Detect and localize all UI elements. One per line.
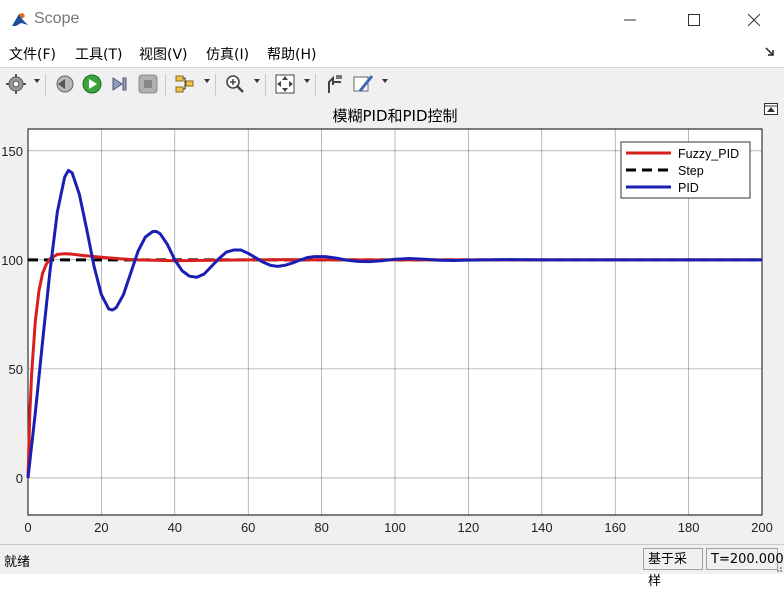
x-tick-label: 40 xyxy=(168,520,182,535)
fit-dropdown-arrow[interactable] xyxy=(304,79,310,83)
y-tick-label: 100 xyxy=(1,253,23,268)
scope-chart[interactable]: 模糊PID和PID控制 0 20 40 60 80 100 120 140 160 180 200 0 5… xyxy=(0,101,784,544)
sample-mode-indicator: 基于采样 xyxy=(643,548,703,589)
x-tick-label: 80 xyxy=(314,520,328,535)
step-forward-icon[interactable] xyxy=(109,73,131,95)
zoom-in-icon[interactable] xyxy=(224,73,246,95)
stop-icon[interactable] xyxy=(137,73,159,95)
minimize-button[interactable] xyxy=(600,0,660,40)
x-tick-label: 160 xyxy=(604,520,626,535)
maximize-icon xyxy=(688,14,700,26)
x-tick-label: 20 xyxy=(94,520,108,535)
dock-arrow-icon[interactable] xyxy=(764,46,776,58)
toolbar-separator xyxy=(45,74,46,96)
signal-dropdown-arrow[interactable] xyxy=(204,79,210,83)
x-tick-label: 140 xyxy=(531,520,553,535)
matlab-app-icon xyxy=(10,10,30,30)
resize-grip-icon[interactable] xyxy=(772,562,782,572)
signal-select-icon[interactable] xyxy=(174,73,196,95)
cursor-measure-icon[interactable] xyxy=(324,73,346,95)
y-tick-label: 50 xyxy=(9,362,23,377)
toolbar-separator xyxy=(215,74,216,96)
zoom-dropdown-arrow[interactable] xyxy=(254,79,260,83)
x-tick-label: 120 xyxy=(458,520,480,535)
undock-legend-icon[interactable] xyxy=(764,103,778,115)
menu-view[interactable]: 视图(V) xyxy=(139,44,188,64)
toolbar-separator xyxy=(265,74,266,96)
legend-label-step: Step xyxy=(678,164,704,178)
toolbar xyxy=(0,67,784,102)
menu-bar: 文件(F) 工具(T) 视图(V) 仿真(I) 帮助(H) xyxy=(0,40,784,66)
gear-dropdown-arrow[interactable] xyxy=(34,79,40,83)
status-ready: 就绪 xyxy=(4,555,31,570)
status-bar: 就绪 基于采样 T=200.000 xyxy=(0,544,784,589)
chart-title: 模糊PID和PID控制 xyxy=(332,107,457,125)
legend-label-pid: PID xyxy=(678,181,699,195)
sim-time-indicator: T=200.000 xyxy=(706,548,784,570)
x-tick-label: 60 xyxy=(241,520,255,535)
y-tick-label: 150 xyxy=(1,144,23,159)
back-step-icon[interactable] xyxy=(53,73,75,95)
menu-simulation[interactable]: 仿真(I) xyxy=(206,44,249,64)
x-tick-label: 180 xyxy=(678,520,700,535)
legend-label-fuzzy-pid: Fuzzy_PID xyxy=(678,147,739,161)
x-tick-label: 200 xyxy=(751,520,773,535)
y-tick-label: 0 xyxy=(16,471,23,486)
toolbar-separator xyxy=(315,74,316,96)
window-title: Scope xyxy=(34,10,80,27)
title-bar: Scope xyxy=(0,0,784,40)
style-edit-icon[interactable] xyxy=(352,73,374,95)
scope-display: 模糊PID和PID控制 0 20 40 60 80 100 120 140 160 180 200 0 5… xyxy=(0,101,784,544)
toolbar-separator xyxy=(165,74,166,96)
fit-to-view-icon[interactable] xyxy=(274,73,296,95)
minimize-icon xyxy=(624,19,636,21)
maximize-button[interactable] xyxy=(664,0,724,40)
close-button[interactable] xyxy=(724,0,784,40)
gear-icon[interactable] xyxy=(5,73,27,95)
style-dropdown-arrow[interactable] xyxy=(382,79,388,83)
menu-tools[interactable]: 工具(T) xyxy=(75,44,122,64)
x-tick-label: 100 xyxy=(384,520,406,535)
menu-help[interactable]: 帮助(H) xyxy=(267,44,316,64)
close-icon xyxy=(748,14,760,26)
menu-file[interactable]: 文件(F) xyxy=(9,44,56,64)
x-tick-label: 0 xyxy=(24,520,31,535)
run-icon[interactable] xyxy=(81,73,103,95)
